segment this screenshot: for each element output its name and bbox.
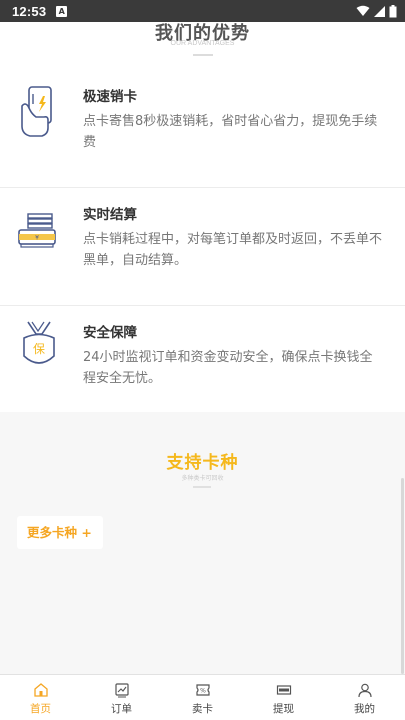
advantages-subtitle: OUR ADVANTAGES — [170, 40, 235, 47]
feature-desc: 点卡销耗过程中，对每笔订单都及时返回，不丢单不黑单，自动结算。 — [83, 232, 383, 268]
tab-withdraw[interactable]: 提现 — [243, 675, 324, 720]
signal-icon — [374, 5, 385, 17]
svg-text:%: % — [200, 688, 206, 695]
more-cards-button[interactable]: 更多卡种 + — [17, 516, 103, 549]
tab-sell-card[interactable]: % 卖卡 — [162, 675, 243, 720]
header-divider — [193, 54, 213, 56]
tab-mine[interactable]: 我的 — [324, 675, 405, 720]
settlement-icon: ¥ — [18, 213, 56, 248]
feature-title: 实时结算 — [83, 207, 137, 223]
ticket-percent-icon: % — [195, 684, 210, 696]
feature-title: 安全保障 — [83, 325, 137, 341]
tab-orders[interactable]: 订单 — [81, 675, 162, 720]
support-divider — [193, 486, 211, 488]
feature-desc: 点卡寄售8秒极速销耗，省时省心省力，提现免手续费 — [83, 114, 378, 150]
notification-badge-icon: A — [56, 5, 68, 17]
chart-icon — [114, 683, 129, 698]
home-icon — [33, 683, 48, 697]
advantages-header: 我们的优势 OUR ADVANTAGES — [0, 22, 405, 70]
feature-desc: 24小时监视订单和资金变动安全，确保点卡换钱全程安全无忧。 — [83, 350, 373, 386]
support-subtitle: 多种类卡可回收 — [181, 475, 224, 482]
fast-card-icon — [21, 86, 52, 137]
user-icon — [357, 683, 372, 698]
status-time: 12:53 — [12, 3, 47, 19]
feature-security: 保 安全保障 24小时监视订单和资金变动安全，确保点卡换钱全程安全无忧。 — [0, 306, 405, 424]
cash-icon — [276, 685, 291, 695]
status-bar: 12:53 A — [0, 0, 405, 22]
tab-label: 提现 — [273, 703, 294, 715]
bottom-tab-bar: 首页 订单 % 卖卡 提现 我的 — [0, 674, 405, 720]
tab-label: 订单 — [111, 703, 132, 715]
svg-text:保: 保 — [33, 342, 45, 356]
feature-title: 极速销卡 — [83, 89, 137, 105]
svg-text:¥: ¥ — [35, 235, 39, 242]
tab-label: 卖卡 — [192, 703, 213, 715]
wifi-icon — [356, 5, 370, 16]
tab-label: 首页 — [30, 703, 51, 715]
scrollbar[interactable] — [401, 478, 404, 674]
tab-label: 我的 — [354, 703, 375, 715]
support-section: 支持卡种 多种类卡可回收 更多卡种 + — [0, 412, 405, 674]
tab-home[interactable]: 首页 — [0, 675, 81, 720]
security-badge-icon: 保 — [23, 321, 55, 364]
support-title: 支持卡种 — [166, 453, 239, 473]
scroll-content[interactable]: 我们的优势 OUR ADVANTAGES 极速销卡 点卡寄售8秒极速销耗，省时省… — [0, 22, 405, 674]
feature-fast-sell: 极速销卡 点卡寄售8秒极速销耗，省时省心省力，提现免手续费 — [0, 70, 405, 188]
feature-realtime-settlement: ¥ 实时结算 点卡销耗过程中，对每笔订单都及时返回，不丢单不黑单，自动结算。 — [0, 188, 405, 306]
battery-icon — [389, 4, 397, 17]
